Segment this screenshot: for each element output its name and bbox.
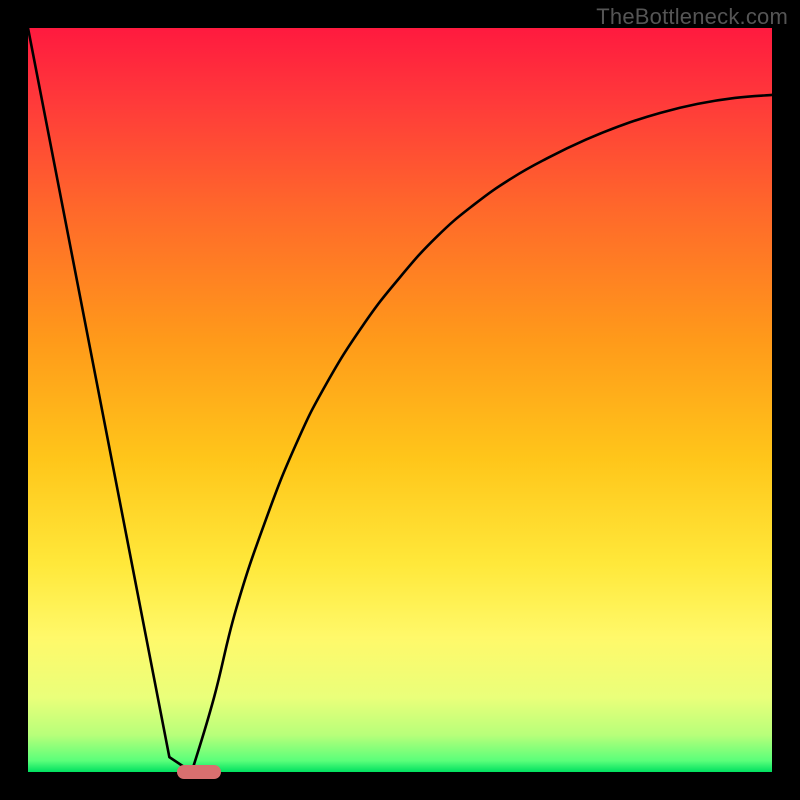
plot-svg [28, 28, 772, 772]
plot-area [28, 28, 772, 772]
watermark-text: TheBottleneck.com [596, 4, 788, 30]
optimal-marker [177, 765, 222, 779]
gradient-background [28, 28, 772, 772]
chart-frame: TheBottleneck.com [0, 0, 800, 800]
